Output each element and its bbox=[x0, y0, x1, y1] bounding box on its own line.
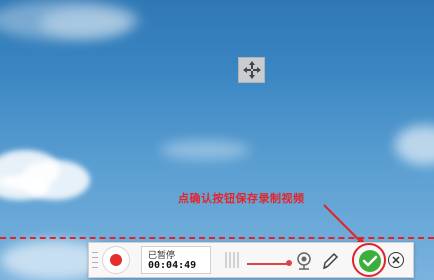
audio-level-meter bbox=[225, 252, 239, 268]
drag-grip[interactable] bbox=[92, 252, 98, 268]
cloud bbox=[160, 140, 250, 160]
cloud bbox=[395, 125, 434, 165]
pen-icon bbox=[322, 252, 339, 270]
check-circle-icon bbox=[359, 250, 381, 272]
close-circle-icon bbox=[392, 256, 400, 264]
status-display: 已暂停 00:04:49 bbox=[141, 246, 211, 274]
annotation-text: 点确认按钮保存录制视频 bbox=[178, 192, 305, 205]
webcam-button[interactable] bbox=[295, 251, 313, 271]
recording-timer: 00:04:49 bbox=[148, 260, 197, 271]
volume-slider[interactable] bbox=[247, 263, 287, 265]
recording-toolbar: 已暂停 00:04:49 bbox=[88, 242, 414, 278]
record-button[interactable] bbox=[102, 246, 130, 274]
webcam-icon bbox=[297, 252, 311, 270]
pen-button[interactable] bbox=[321, 251, 339, 271]
move-handle[interactable] bbox=[238, 57, 265, 83]
volume-slider-handle[interactable] bbox=[286, 260, 292, 266]
close-button[interactable] bbox=[388, 252, 404, 268]
move-arrows-icon bbox=[242, 61, 261, 79]
record-dot-icon bbox=[110, 254, 122, 266]
cloud bbox=[40, 8, 130, 38]
confirm-button[interactable] bbox=[357, 248, 383, 274]
